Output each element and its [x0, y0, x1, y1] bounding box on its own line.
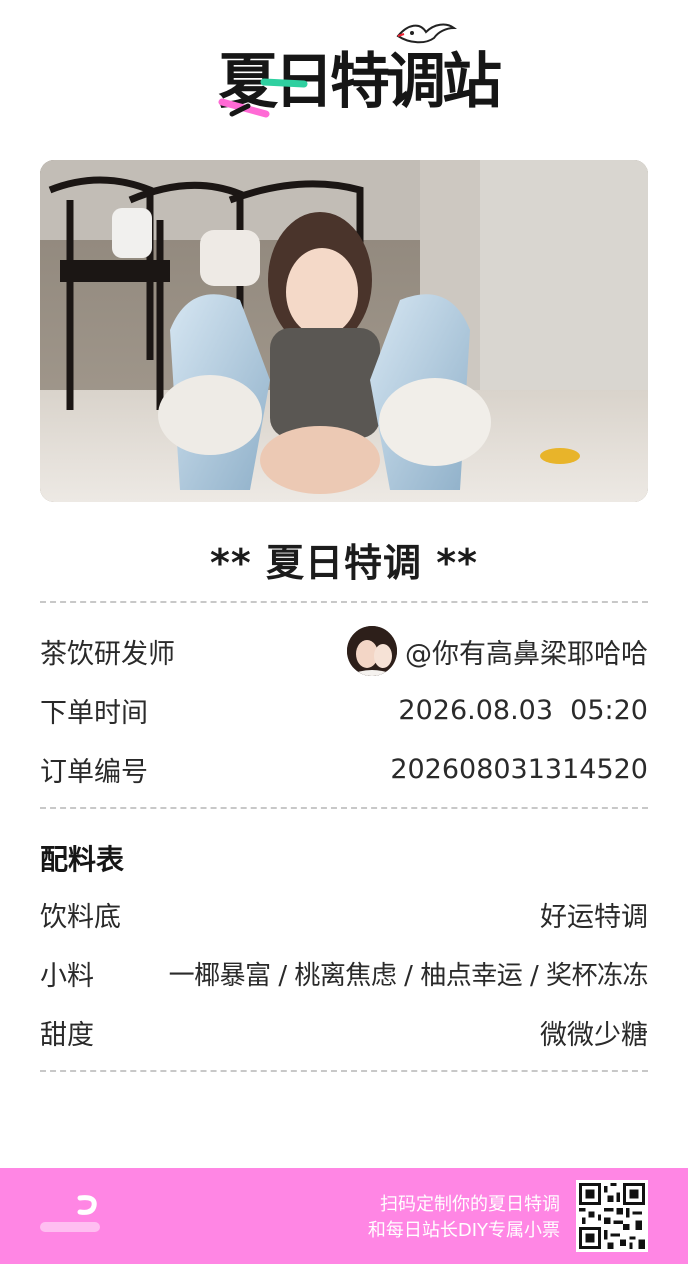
hero-photo [40, 160, 648, 502]
row-label: 茶饮研发师 [40, 638, 175, 670]
row-label: 下单时间 [40, 697, 148, 729]
footer-line-1: 扫码定制你的夏日特调 [380, 1194, 560, 1215]
sweetness-value: 微微少糖 [540, 1019, 648, 1051]
row-label: 甜度 [40, 1019, 94, 1051]
row-order-time: 下单时间 2026.08.03 05:20 [40, 690, 648, 730]
base-value: 好运特调 [540, 901, 648, 933]
recipe-title: 配料表 [40, 843, 125, 876]
row-creator: 茶饮研发师 @你有高鼻梁耶哈哈 [40, 626, 648, 676]
row-label: 订单编号 [40, 756, 148, 788]
row-toppings: 小料 一椰暴富 / 桃离焦虑 / 柚点幸运 / 奖杯冻冻 [40, 953, 649, 993]
qr-code[interactable] [576, 1180, 648, 1252]
row-order-number: 订单编号 202608031314520 [40, 749, 648, 789]
app-logo: 夏日特调站 [212, 14, 502, 126]
divider [40, 601, 648, 603]
swirl-icon [40, 1195, 100, 1232]
footer-banner: 扫码定制你的夏日特调 和每日站长DIY专属小票 [0, 1168, 688, 1264]
order-number-value: 202608031314520 [390, 753, 648, 785]
row-sweetness: 甜度 微微少糖 [40, 1012, 648, 1052]
divider [40, 1070, 648, 1072]
avatar[interactable] [347, 626, 397, 676]
footer-text: 扫码定制你的夏日特调 和每日站长DIY专属小票 [368, 1192, 560, 1244]
row-base: 饮料底 好运特调 [40, 894, 648, 934]
receipt-title: ** 夏日特调 ** [210, 541, 478, 585]
order-time-value: 2026.08.03 05:20 [398, 694, 648, 726]
logo-text: 夏日特调站 [218, 47, 502, 117]
creator-handle[interactable]: @你有高鼻梁耶哈哈 [405, 632, 648, 671]
row-label: 小料 [40, 960, 94, 992]
row-label: 饮料底 [40, 901, 121, 933]
footer-line-2: 和每日站长DIY专属小票 [367, 1220, 560, 1241]
divider [40, 807, 648, 809]
toppings-value: 一椰暴富 / 桃离焦虑 / 柚点幸运 / 奖杯冻冻 [168, 960, 649, 991]
